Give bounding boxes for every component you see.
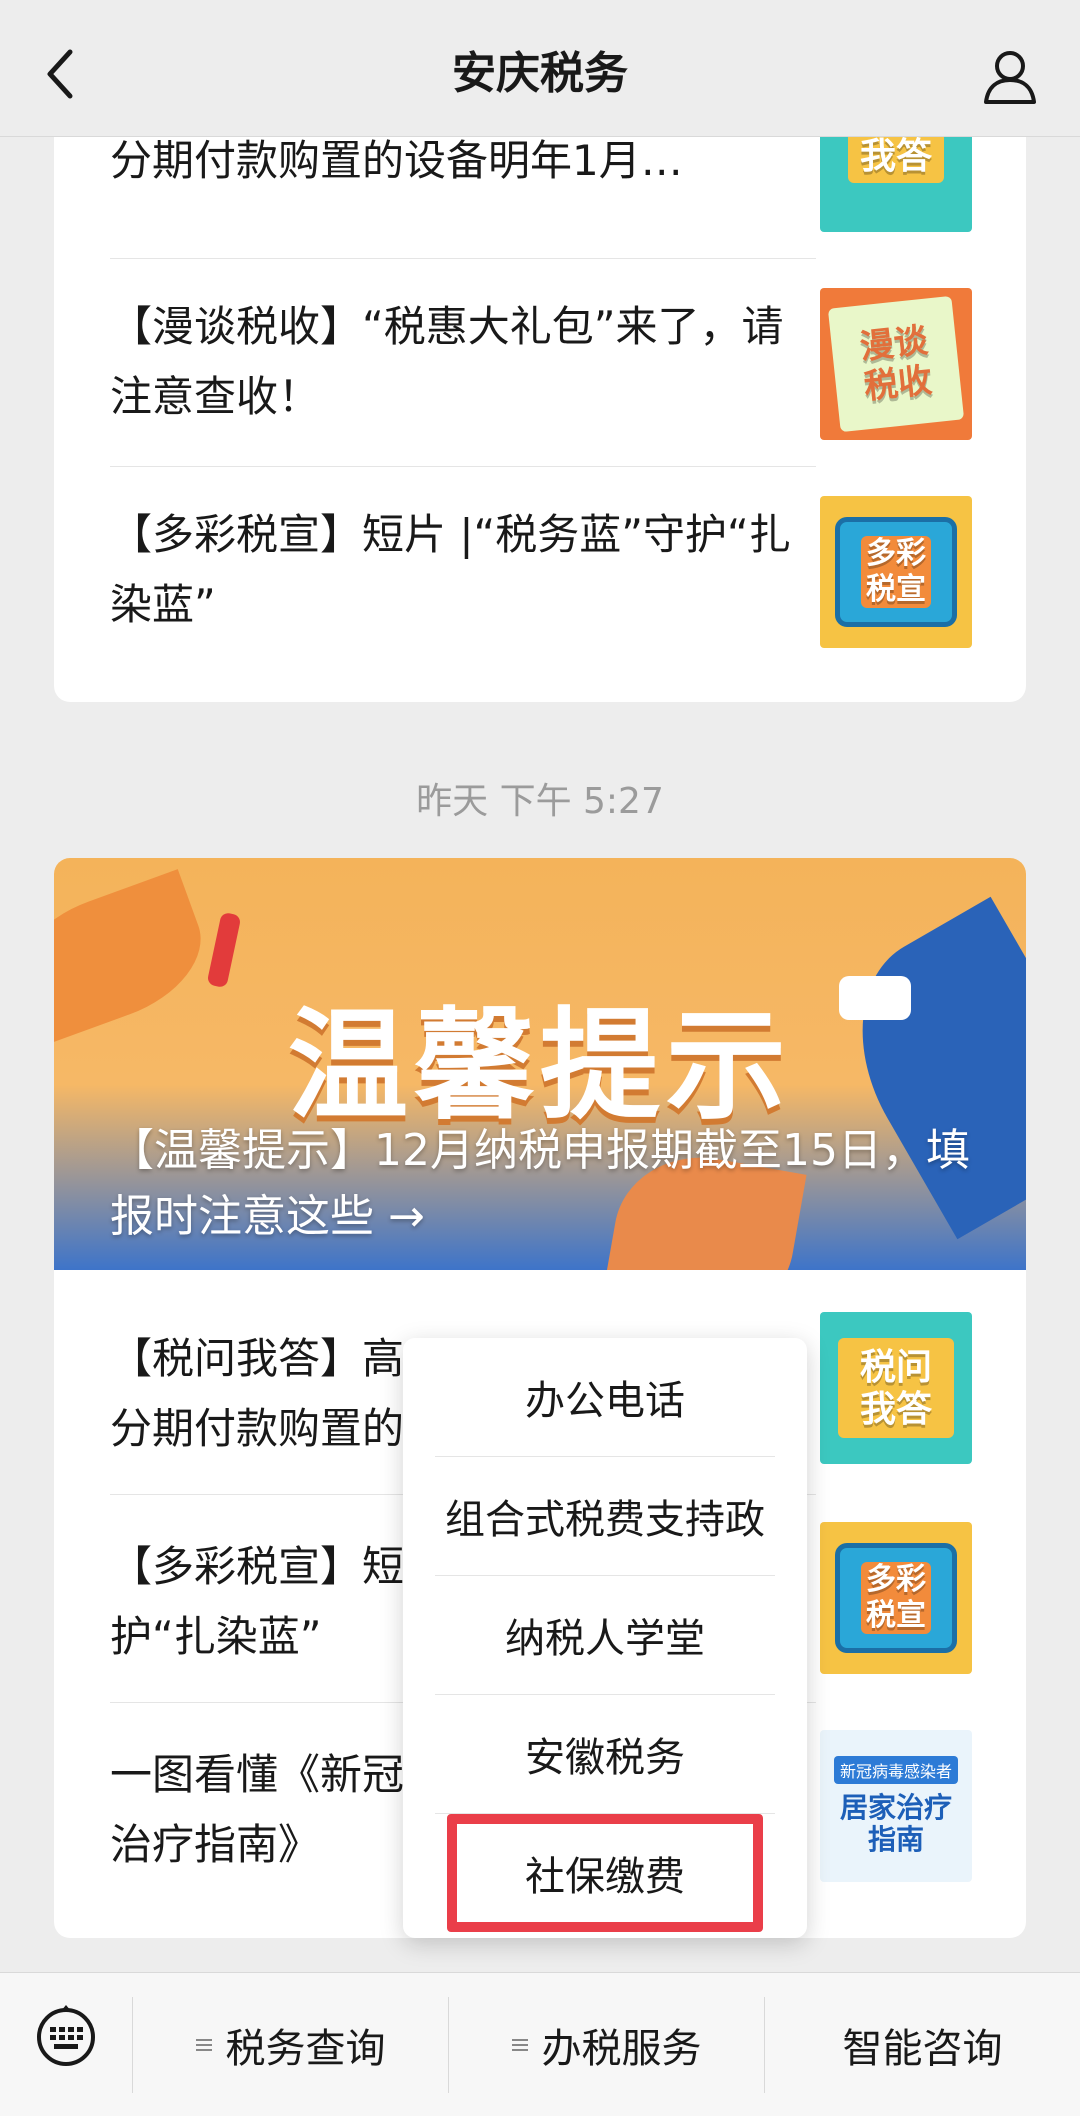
article-title[interactable]: 【漫谈税收】“税惠大礼包”来了，请注意查收！ (110, 292, 810, 432)
message-timestamp: 昨天 下午 5:27 (416, 781, 664, 822)
divider (110, 466, 816, 467)
banner-caption: 【温馨提示】12月纳税申报期截至15日，填报时注意这些 → (110, 1125, 970, 1242)
menu-item-taxpayer-school[interactable]: 纳税人学堂 (403, 1576, 807, 1694)
banner-image[interactable]: 温馨提示 【温馨提示】12月纳税申报期截至15日，填报时注意这些 → (54, 858, 1026, 1270)
highlight-box (447, 1814, 763, 1932)
popup-menu: 办公电话 组合式税费支持政 纳税人学堂 安徽税务 社保缴费 (403, 1338, 807, 1938)
article-thumbnail[interactable]: 多彩税宣 (820, 1522, 972, 1674)
article-thumbnail[interactable]: 新冠病毒感染者 居家治疗指南 (820, 1730, 972, 1882)
article-thumbnail[interactable]: 多彩税宣 (820, 496, 972, 648)
bottom-menu-tax-service[interactable]: 办税服务 (449, 1973, 764, 2116)
top-nav-bar: 安庆税务 (0, 0, 1080, 137)
menu-item-tax-support-policy[interactable]: 组合式税费支持政 (403, 1457, 807, 1575)
article-thumbnail[interactable]: 漫谈税收 (820, 288, 972, 440)
article-card-top: 分期付款购置的设备明年1月… 我答 【漫谈税收】“税惠大礼包”来了，请注意查收！… (54, 60, 1026, 702)
menu-lines-icon (195, 2037, 212, 2053)
bottom-menu-bar: 税务查询 办税服务 智能咨询 (0, 1972, 1080, 2116)
user-profile-icon[interactable] (980, 46, 1040, 106)
article-title[interactable]: 【多彩税宣】短片 |“税务蓝”守护“扎染蓝” (110, 500, 810, 640)
menu-item-office-phone[interactable]: 办公电话 (403, 1338, 807, 1456)
page-title: 安庆税务 (452, 48, 628, 99)
bottom-menu-tax-query[interactable]: 税务查询 (133, 1973, 448, 2116)
menu-item-anhui-tax[interactable]: 安徽税务 (403, 1695, 807, 1813)
article-thumbnail[interactable]: 税问我答 (820, 1312, 972, 1464)
keyboard-icon[interactable] (34, 2003, 98, 2067)
banner-headline: 温馨提示 (288, 997, 792, 1136)
bottom-menu-smart-consult[interactable]: 智能咨询 (765, 1973, 1080, 2116)
divider (110, 258, 816, 259)
menu-lines-icon (511, 2037, 528, 2053)
